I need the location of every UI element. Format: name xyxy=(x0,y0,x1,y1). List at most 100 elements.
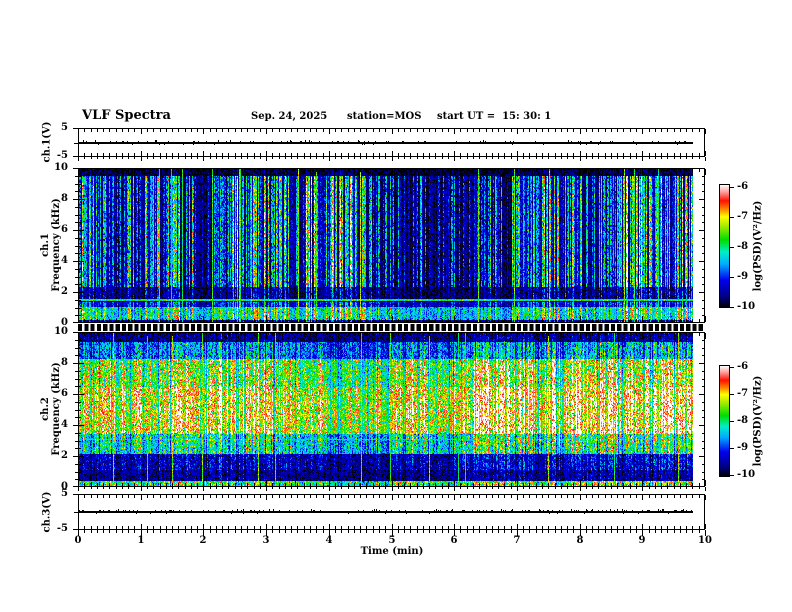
x-tick xyxy=(247,487,248,489)
x-tick xyxy=(191,487,192,489)
x-tick xyxy=(410,487,411,489)
x-tick xyxy=(536,487,537,489)
x-tick xyxy=(661,526,662,529)
x-tick xyxy=(291,153,292,156)
x-tick xyxy=(649,483,650,486)
x-tick xyxy=(279,169,280,172)
x-tick xyxy=(460,129,461,132)
x-tick xyxy=(674,169,675,172)
x-tick xyxy=(655,483,656,486)
x-tick xyxy=(479,153,480,156)
x-tick xyxy=(366,526,367,529)
x-tick xyxy=(260,526,261,529)
x-tick xyxy=(630,483,631,486)
x-tick xyxy=(398,495,399,498)
x-tick xyxy=(435,483,436,486)
x-tick xyxy=(392,495,393,500)
x-tick xyxy=(166,169,167,172)
x-tick xyxy=(291,483,292,486)
x-tick xyxy=(592,333,593,336)
x-tick xyxy=(348,333,349,336)
x-tick xyxy=(172,487,173,489)
x-tick xyxy=(498,129,499,132)
x-tick xyxy=(580,151,581,156)
ch3-voltage-trace-canvas xyxy=(79,495,693,529)
y-tick-in xyxy=(699,363,704,364)
x-tick xyxy=(185,333,186,336)
x-tick xyxy=(78,157,79,161)
y-tick xyxy=(75,340,78,341)
x-tick xyxy=(661,129,662,132)
x-tick xyxy=(555,169,556,172)
x-tick xyxy=(492,495,493,498)
x-tick xyxy=(134,487,135,489)
x-tick xyxy=(247,157,248,159)
x-tick xyxy=(84,483,85,486)
x-tick xyxy=(567,495,568,498)
y-tick-in xyxy=(699,332,704,333)
x-tick xyxy=(116,129,117,132)
x-tick xyxy=(109,157,110,159)
x-tick xyxy=(567,530,568,533)
x-tick xyxy=(122,526,123,529)
x-tick xyxy=(442,157,443,159)
y-tick xyxy=(75,371,78,372)
x-tick xyxy=(592,530,593,533)
x-tick xyxy=(467,526,468,529)
x-tick xyxy=(692,157,693,159)
x-tick xyxy=(667,495,668,498)
x-tick xyxy=(97,333,98,336)
x-tick xyxy=(197,526,198,529)
x-tick xyxy=(128,319,129,322)
x-tick xyxy=(266,129,267,134)
x-tick xyxy=(247,526,248,529)
x-tick xyxy=(529,487,530,489)
x-tick xyxy=(385,157,386,159)
colorbar-tick xyxy=(730,277,734,278)
y-tick-in xyxy=(702,184,704,185)
x-tick xyxy=(667,319,668,322)
y-tick-in xyxy=(702,371,704,372)
x-tick xyxy=(523,319,524,322)
x-tick xyxy=(529,169,530,172)
x-tick xyxy=(398,530,399,533)
x-tick xyxy=(166,157,167,159)
x-tick xyxy=(417,153,418,156)
x-tick xyxy=(354,526,355,529)
x-tick xyxy=(178,157,179,159)
x-tick xyxy=(160,526,161,529)
x-tick xyxy=(109,129,110,132)
x-tick xyxy=(605,129,606,132)
x-tick xyxy=(467,333,468,336)
x-tick xyxy=(178,129,179,132)
x-tick xyxy=(586,495,587,498)
freq-tick-label: 2 xyxy=(61,286,68,297)
y-tick xyxy=(75,277,78,278)
freq-tick-label: 8 xyxy=(61,193,68,204)
y-tick-in xyxy=(79,322,84,323)
x-tick xyxy=(228,487,229,489)
x-tick xyxy=(360,157,361,159)
x-tick xyxy=(241,319,242,322)
x-tick xyxy=(141,487,142,491)
x-tick xyxy=(611,526,612,529)
x-tick xyxy=(429,129,430,132)
x-tick xyxy=(517,151,518,156)
x-tick xyxy=(642,316,643,322)
colorbar-tick xyxy=(730,394,734,395)
x-tick xyxy=(561,153,562,156)
x-tick xyxy=(297,495,298,498)
x-tick xyxy=(486,495,487,498)
x-tick xyxy=(504,483,505,486)
x-tick xyxy=(210,483,211,486)
x-tick xyxy=(561,169,562,172)
x-tick xyxy=(498,333,499,336)
x-tick xyxy=(692,495,693,498)
x-tick xyxy=(467,319,468,322)
x-tick xyxy=(266,487,267,491)
x-tick xyxy=(617,495,618,498)
y-tick-in xyxy=(79,300,81,301)
x-tick xyxy=(291,157,292,159)
x-tick xyxy=(354,169,355,172)
x-tick xyxy=(222,169,223,172)
